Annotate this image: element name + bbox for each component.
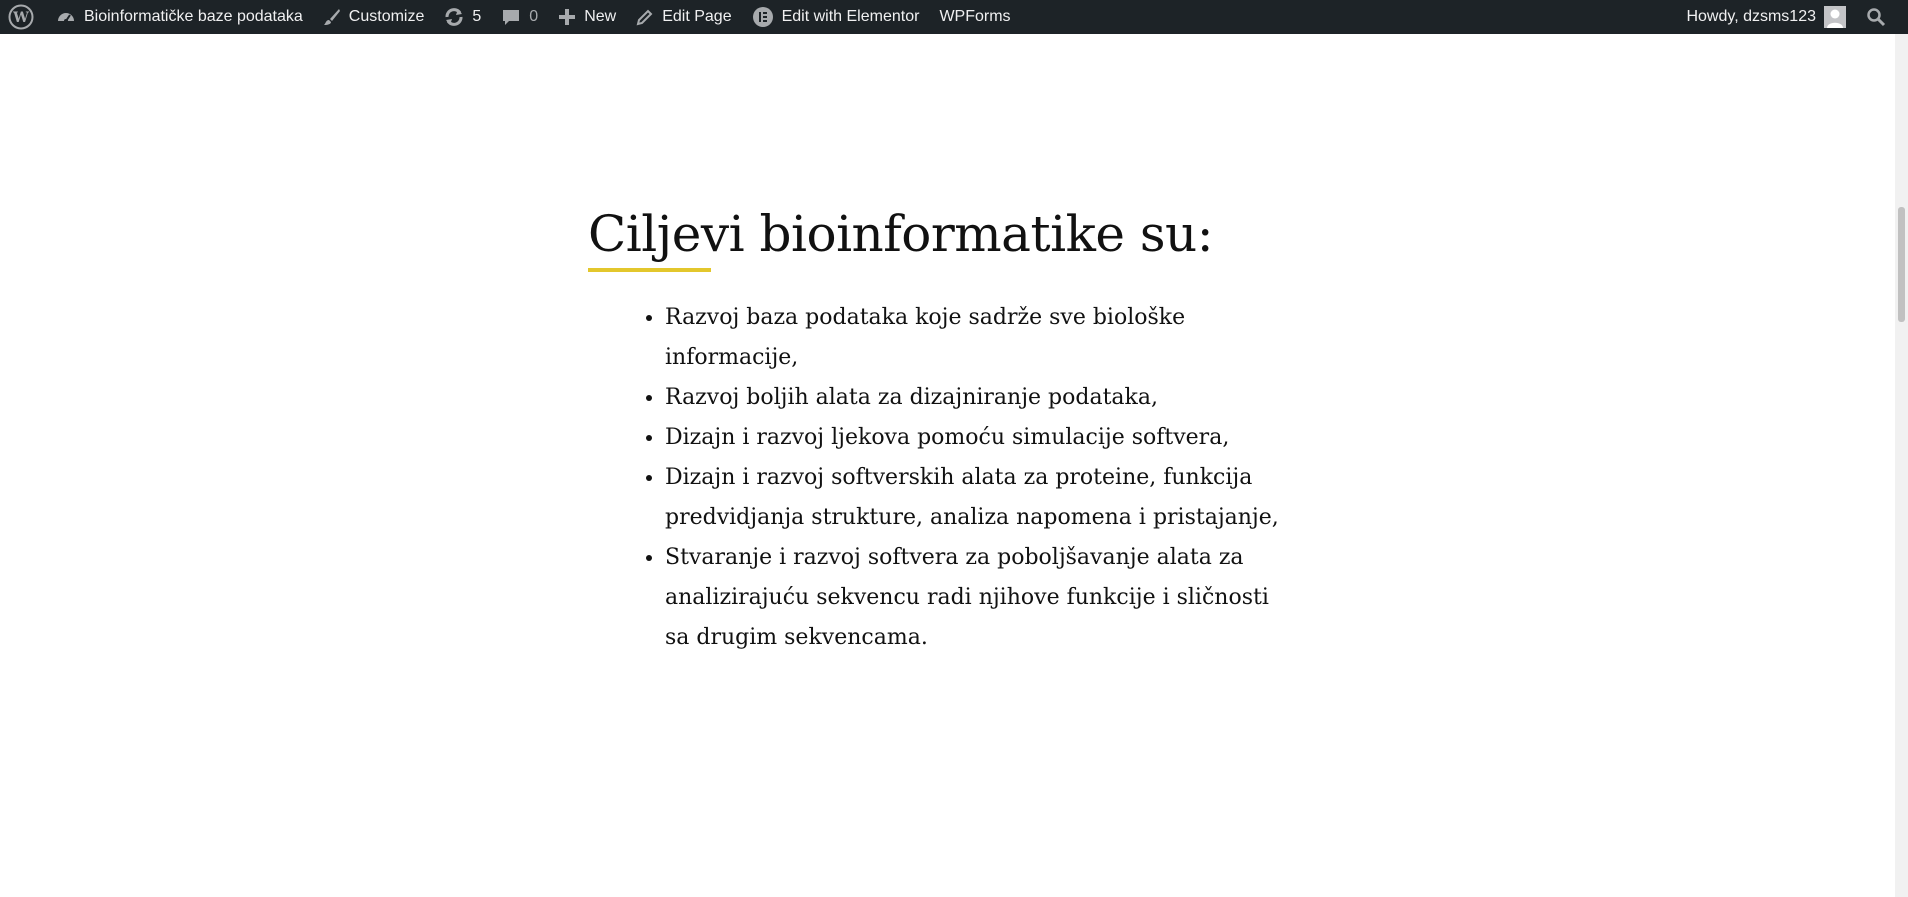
- site-name: Bioinformatičke baze podataka: [84, 8, 303, 25]
- customize-link[interactable]: Customize: [313, 0, 435, 34]
- goals-list: Razvoj baza podataka koje sadrže sve bio…: [588, 298, 1295, 658]
- updates-icon: [444, 7, 464, 27]
- wordpress-logo-icon: W: [8, 4, 34, 30]
- admin-bar-right: Howdy, dzsms123: [1676, 0, 1908, 34]
- edit-elementor-label: Edit with Elementor: [781, 8, 920, 25]
- list-item: Razvoj baza podataka koje sadrže sve bio…: [665, 298, 1295, 378]
- plus-icon: [558, 8, 576, 26]
- list-item: Dizajn i razvoj softverskih alata za pro…: [665, 458, 1295, 538]
- scrollbar-thumb[interactable]: [1898, 207, 1905, 322]
- site-name-menu[interactable]: Bioinformatičke baze podataka: [46, 0, 313, 34]
- edit-page-link[interactable]: Edit Page: [626, 0, 741, 34]
- edit-with-elementor-link[interactable]: Edit with Elementor: [742, 0, 930, 34]
- admin-bar-left: W Bioinformatičke baze podataka Customiz…: [0, 0, 1021, 34]
- new-label: New: [584, 8, 617, 25]
- updates-count: 5: [472, 8, 482, 25]
- main-content: Ciljevi bioinformatike su: Razvoj baza p…: [588, 200, 1348, 658]
- dashboard-icon: [56, 7, 76, 27]
- heading-accent-underline: [588, 268, 711, 272]
- pencil-icon: [636, 8, 654, 26]
- avatar: [1824, 6, 1846, 28]
- customize-label: Customize: [348, 8, 425, 25]
- page-scrollbar[interactable]: [1895, 34, 1908, 897]
- search-icon: [1866, 7, 1886, 27]
- wordpress-menu[interactable]: W: [0, 0, 46, 34]
- list-item: Razvoj boljih alata za dizajniranje poda…: [665, 378, 1295, 418]
- comments-link[interactable]: 0: [491, 0, 548, 34]
- edit-page-label: Edit Page: [662, 8, 732, 25]
- howdy-label: Howdy, dzsms123: [1686, 8, 1816, 25]
- svg-text:W: W: [12, 10, 29, 26]
- wpforms-label: WPForms: [939, 8, 1011, 25]
- list-item: Stvaranje i razvoj softvera za poboljšav…: [665, 538, 1295, 658]
- list-item: Dizajn i razvoj ljekova pomoću simulacij…: [665, 418, 1295, 458]
- my-account-menu[interactable]: Howdy, dzsms123: [1676, 0, 1856, 34]
- comment-icon: [501, 7, 521, 27]
- search-toggle[interactable]: [1856, 0, 1908, 34]
- page-heading: Ciljevi bioinformatike su:: [588, 205, 1214, 263]
- admin-bar: W Bioinformatičke baze podataka Customiz…: [0, 0, 1908, 34]
- new-content-menu[interactable]: New: [548, 0, 626, 34]
- paintbrush-icon: [323, 8, 341, 26]
- elementor-icon: [752, 6, 774, 28]
- comments-count: 0: [529, 8, 539, 25]
- wpforms-menu[interactable]: WPForms: [929, 0, 1020, 34]
- updates-link[interactable]: 5: [434, 0, 491, 34]
